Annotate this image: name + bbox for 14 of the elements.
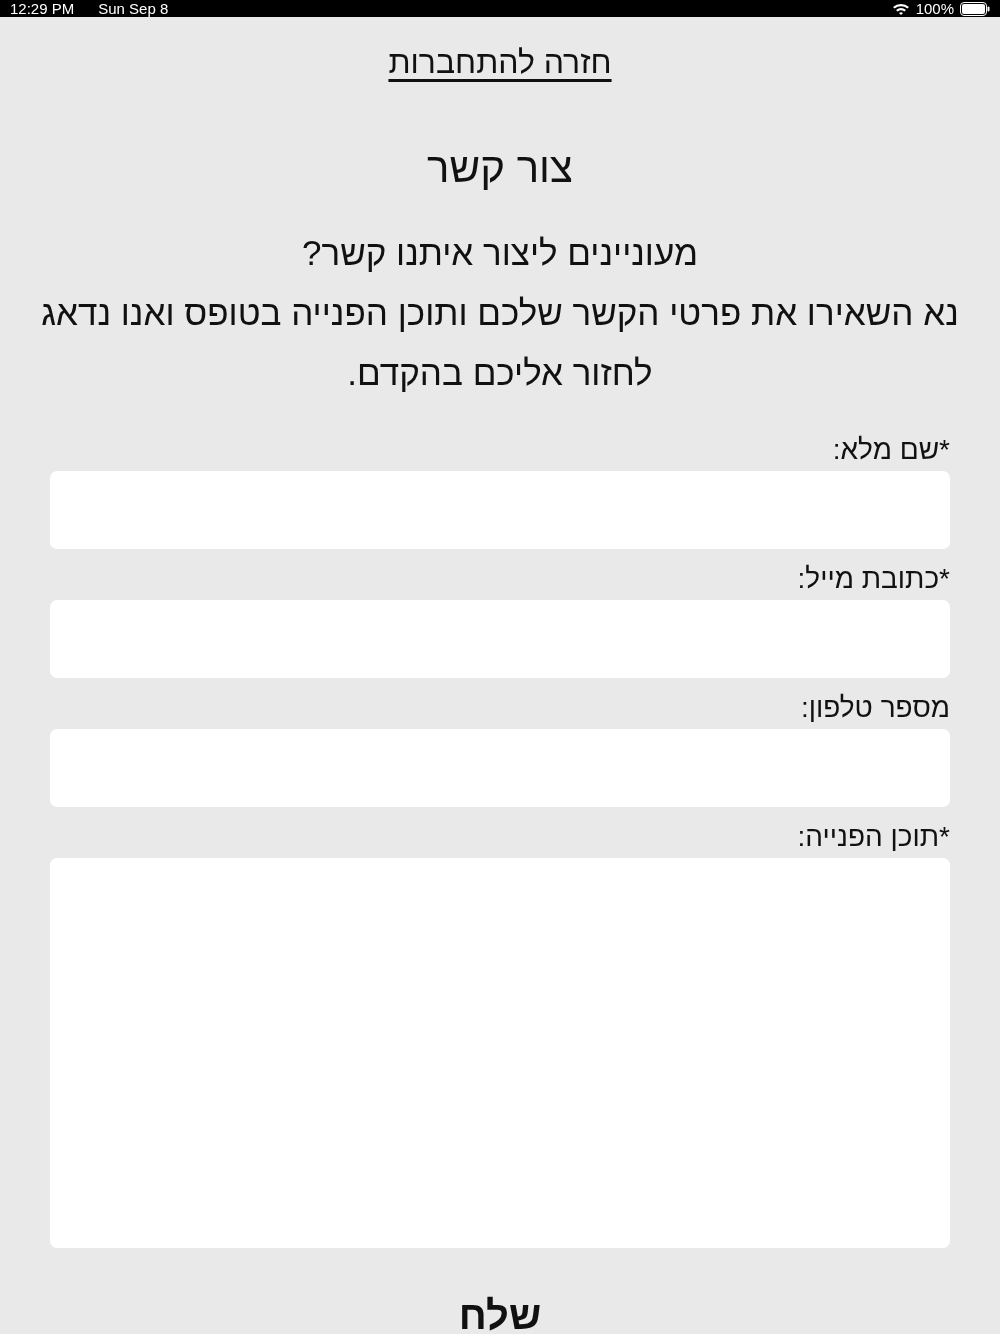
page-title: צור קשר: [427, 143, 573, 193]
field-label: *תוכן הפנייה:: [797, 820, 950, 854]
status-time: 12:29 PM: [10, 0, 75, 17]
field-label: מספר טלפון:: [800, 691, 950, 725]
back-to-login-link[interactable]: חזרה להתחברות: [388, 43, 612, 81]
battery-percent: 100%: [915, 0, 954, 17]
field-label: *כתובת מייל:: [797, 562, 950, 596]
send-button[interactable]: שלח: [448, 1290, 552, 1334]
wifi-icon: [891, 1, 910, 16]
battery-icon: [960, 1, 990, 16]
intro-text: נא השאירו את פרטי הקשר שלכם ותוכן הפנייה בטופס ואנו נדאג לחזור אליכם בהקדם.: [40, 292, 960, 394]
intro-text: מעוניינים ליצור איתנו קשר?: [302, 232, 698, 274]
status-date: Sun Sep 8: [98, 0, 169, 17]
field-label: *שם מלא:: [832, 433, 950, 467]
